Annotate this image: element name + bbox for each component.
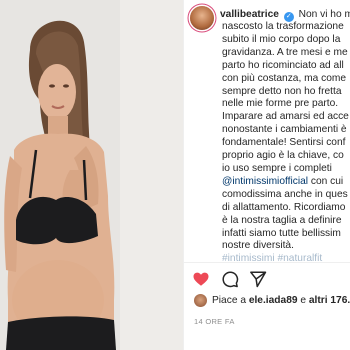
post-caption: nascosto la trasformazione subito il mio…	[222, 21, 350, 266]
caption-line: nostre diversità.	[222, 240, 294, 252]
likes-middle: e	[297, 295, 309, 306]
post-side-panel: vallibeatrice ✓ Non vi ho m nascosto la …	[183, 0, 350, 350]
caption-line: nascosto la trasformazione	[222, 21, 344, 32]
caption-line: subito il mio corpo dopo la	[222, 33, 341, 45]
liker-avatar[interactable]	[194, 294, 207, 307]
post-photo-illustration	[0, 0, 183, 350]
mention-tail: con cui	[308, 175, 344, 187]
comment-icon[interactable]	[221, 270, 239, 288]
caption-line: Imparare ad amarsi ed acce	[222, 111, 349, 123]
caption-line: fondamentale! Sentirsi conf	[222, 137, 346, 149]
mention-link[interactable]: @intimissimiofficial	[222, 176, 308, 187]
caption-line: io uso sempre i completi	[222, 162, 332, 174]
caption-line: comodissima anche in ques	[222, 188, 348, 200]
caption-header: vallibeatrice ✓ Non vi ho m	[220, 8, 350, 22]
caption-line: infatti siamo tutte bellissim	[222, 227, 341, 239]
post-photo[interactable]	[0, 0, 183, 350]
caption-line: proprio agio è la chiave, co	[222, 150, 344, 162]
caption-line: sempre detto non ho fretta	[222, 85, 342, 97]
caption-line: gravidanza. A tre mesi e me	[222, 46, 348, 58]
caption-line-0: Non vi ho m	[298, 9, 350, 20]
likes-count-link[interactable]: altri 176.04	[309, 295, 350, 306]
share-icon[interactable]	[249, 270, 267, 288]
caption-mention-line: @intimissimiofficial con cui	[222, 176, 350, 189]
author-username[interactable]: vallibeatrice	[220, 9, 279, 20]
liker-username[interactable]: ele.iada89	[249, 295, 298, 306]
caption-line: parto ho ricominciato ad all	[222, 59, 344, 71]
post-timestamp[interactable]: 14 ORE FA	[194, 317, 235, 326]
author-avatar[interactable]	[190, 6, 214, 30]
actions-divider	[184, 262, 350, 263]
heart-icon[interactable]	[192, 270, 210, 288]
likes-prefix: Piace a	[212, 295, 249, 306]
hashtags-faded[interactable]: #intimissimi #naturalfit	[222, 253, 350, 266]
caption-line: è la nostra taglia a definire	[222, 214, 342, 226]
caption-line: con più costanza, ma come	[222, 72, 347, 84]
caption-line: nelle mie forme pre parto.	[222, 98, 339, 110]
caption-line: nonostante i cambiamenti è	[222, 124, 347, 136]
likes-summary: Piace a ele.iada89 e altri 176.04	[212, 295, 350, 307]
caption-line: di allattamento. Ricordiamo	[222, 201, 346, 213]
